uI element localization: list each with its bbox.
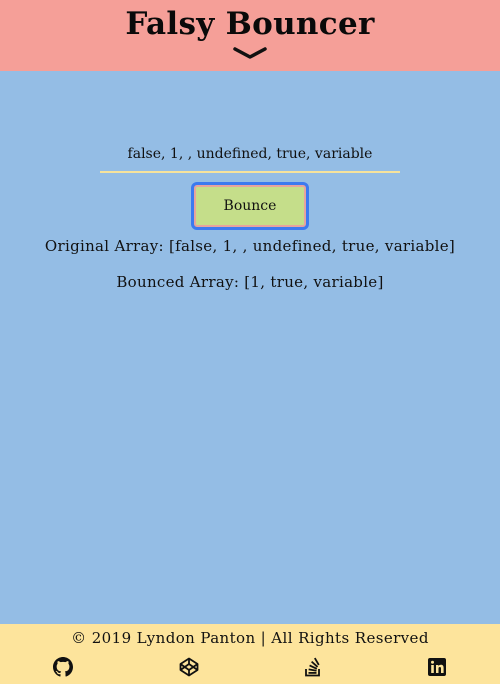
- linkedin-link[interactable]: [427, 657, 447, 677]
- page-footer: © 2019 Lyndon Panton | All Rights Reserv…: [0, 624, 500, 684]
- input-wrapper: [100, 137, 400, 173]
- github-icon: [53, 657, 73, 677]
- linkedin-icon: [428, 658, 446, 676]
- codepen-link[interactable]: [179, 657, 199, 677]
- github-link[interactable]: [53, 657, 73, 677]
- bounce-button[interactable]: Bounce: [194, 185, 306, 227]
- codepen-icon: [179, 657, 199, 677]
- original-array-text: Original Array: [false, 1, , undefined, …: [44, 237, 456, 255]
- page-title: Falsy Bouncer: [125, 6, 375, 42]
- page-header: Falsy Bouncer: [0, 0, 500, 71]
- stackoverflow-icon: [305, 657, 320, 677]
- stackoverflow-link[interactable]: [303, 657, 323, 677]
- bounced-array-text: Bounced Array: [1, true, variable]: [116, 273, 384, 291]
- main-content: Bounce Original Array: [false, 1, , unde…: [0, 71, 500, 624]
- copyright-text: © 2019 Lyndon Panton | All Rights Reserv…: [71, 629, 429, 647]
- array-input[interactable]: [100, 137, 400, 173]
- chevron-down-icon[interactable]: [233, 46, 267, 60]
